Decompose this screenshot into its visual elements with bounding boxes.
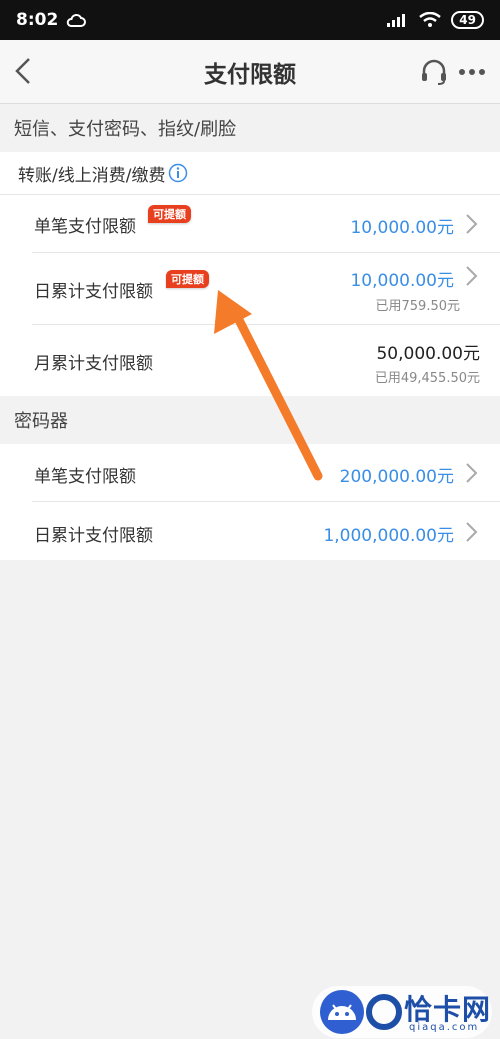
limit-row-single[interactable]: 单笔支付限额 可提额 10,000.00元 [0, 195, 500, 253]
back-icon[interactable] [6, 54, 40, 88]
row-label: 单笔支付限额 [34, 467, 136, 487]
watermark-ring-icon [366, 994, 402, 1030]
limit-value: 10,000.00元 [350, 271, 454, 291]
chevron-right-icon [466, 266, 478, 286]
row-label: 月累计支付限额 [34, 354, 153, 374]
section-header-auth: 短信、支付密码、指纹/刷脸 [0, 104, 500, 152]
raise-limit-badge[interactable]: 可提额 [166, 270, 209, 288]
limit-value: 50,000.00元 [376, 344, 480, 364]
section-header-token: 密码器 [0, 396, 500, 444]
more-icon[interactable] [456, 56, 488, 88]
used-amount: 已用759.50元 [375, 299, 461, 314]
token-row-daily[interactable]: 日累计支付限额 1,000,000.00元 [0, 502, 500, 560]
limit-row-monthly: 月累计支付限额 50,000.00元 已用49,455.50元 [0, 325, 500, 396]
info-icon[interactable] [168, 163, 188, 183]
limit-value: 1,000,000.00元 [323, 526, 454, 546]
sub-header-transfer: 转账/线上消费/缴费 [0, 152, 500, 195]
limit-value: 10,000.00元 [350, 218, 454, 238]
token-row-single[interactable]: 单笔支付限额 200,000.00元 [0, 444, 500, 502]
chevron-right-icon [466, 463, 478, 483]
nav-bar: 支付限额 [0, 40, 500, 104]
wifi-icon [419, 12, 442, 27]
chevron-right-icon [466, 522, 478, 542]
row-label: 日累计支付限额 [34, 282, 153, 302]
sub-header-label: 转账/线上消费/缴费 [18, 165, 166, 186]
status-time: 8:02 [16, 10, 59, 30]
android-robot-icon [320, 990, 364, 1034]
limit-row-daily[interactable]: 日累计支付限额 可提额 10,000.00元 已用759.50元 [0, 253, 500, 325]
headset-icon[interactable] [418, 56, 450, 88]
status-bar: 8:02 49 [0, 0, 500, 40]
signal-icon [387, 14, 406, 27]
cloud-icon [67, 13, 87, 27]
row-label: 单笔支付限额 [34, 217, 136, 237]
limit-value: 200,000.00元 [339, 467, 454, 487]
watermark-subtext: qiaqa.com [409, 1022, 480, 1033]
battery-icon: 49 [451, 11, 484, 29]
raise-limit-badge[interactable]: 可提额 [148, 205, 191, 223]
row-label: 日累计支付限额 [34, 526, 153, 546]
page-title: 支付限额 [204, 61, 296, 88]
watermark-logo: 恰卡网 qiaqa.com [312, 986, 492, 1038]
chevron-right-icon [466, 214, 478, 234]
used-amount: 已用49,455.50元 [374, 371, 480, 386]
